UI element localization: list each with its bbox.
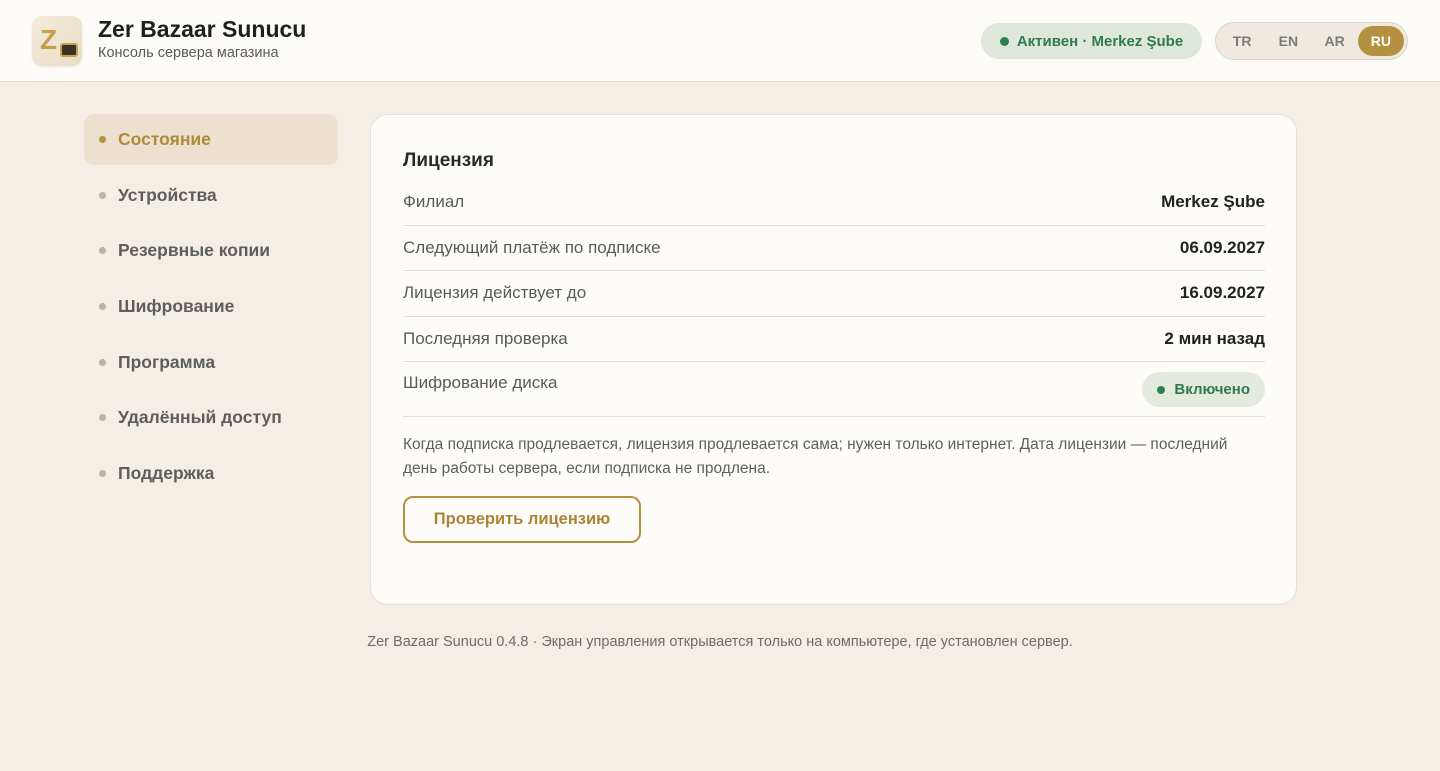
row-value: 2 мин назад [1164,329,1265,349]
sidebar-nav: Состояние Устройства Резервные копии Шиф… [84,114,338,504]
sidebar-item-backups[interactable]: Резервные копии [84,225,338,276]
lang-button-ru[interactable]: RU [1357,26,1404,56]
sidebar-item-remote-access[interactable]: Удалённый доступ [84,392,338,443]
app-header: Z Zer Bazaar Sunucu Консоль сервера мага… [0,0,1440,82]
sidebar-item-label: Состояние [118,129,211,149]
row-value: 06.09.2027 [1179,237,1265,257]
row-label: Филиал [403,192,465,212]
lang-button-ar[interactable]: AR [1312,26,1358,56]
server-status-badge: Активен · Merkez Şube [981,23,1202,59]
row-label: Шифрование диска [403,373,558,393]
sidebar-item-label: Программа [118,351,216,372]
sidebar-item-label: Удалённый доступ [118,407,282,428]
license-row-disk-encryption: Шифрование диска Включено [403,362,1265,418]
lang-button-tr[interactable]: TR [1219,26,1265,56]
sidebar-item-encryption[interactable]: Шифрование [84,281,338,332]
license-card: Лицензия Филиал Merkez Şube Следующий пл… [370,114,1297,605]
bullet-icon [99,414,106,422]
bullet-icon [99,470,106,478]
bullet-icon [99,191,106,199]
bullet-icon [99,136,106,143]
app-title: Zer Bazaar Sunucu [98,16,307,42]
lang-button-en[interactable]: EN [1265,26,1311,56]
sidebar-item-label: Устройства [118,184,217,205]
row-value: Merkez Şube [1161,192,1265,212]
app-subtitle: Консоль сервера магазина [98,45,279,61]
status-dot-icon [999,36,1009,46]
bullet-icon [99,358,106,366]
sidebar-item-label: Поддержка [118,463,215,484]
license-row-branch: Филиал Merkez Şube [403,180,1265,226]
sidebar-item-support[interactable]: Поддержка [84,448,338,499]
encryption-status-text: Включено [1174,381,1250,399]
license-details: Филиал Merkez Şube Следующий платёж по п… [403,180,1265,418]
row-label: Следующий платёж по подписке [403,237,661,257]
license-note: Когда подписка продлевается, лицензия пр… [403,436,1228,477]
row-value: 16.09.2027 [1179,283,1265,303]
zer-bazaar-logo-icon: Z [32,16,82,66]
sidebar-item-devices[interactable]: Устройства [84,170,338,221]
sidebar-item-label: Резервные копии [118,240,271,261]
license-row-next-payment: Следующий платёж по подписке 06.09.2027 [403,226,1265,272]
encryption-status-badge: Включено [1142,372,1265,408]
sidebar-item-status[interactable]: Состояние [84,114,338,165]
bullet-icon [99,247,106,255]
sidebar-item-program[interactable]: Программа [84,337,338,388]
license-card-title: Лицензия [403,150,494,171]
license-row-last-check: Последняя проверка 2 мин назад [403,317,1265,363]
verify-license-button[interactable]: Проверить лицензию [403,496,641,543]
license-row-valid-until: Лицензия действует до 16.09.2027 [403,271,1265,317]
row-label: Последняя проверка [403,329,568,349]
sidebar-item-label: Шифрование [118,296,235,317]
status-dot-icon [1157,385,1166,394]
bullet-icon [99,303,106,311]
server-status-text: Активен · Merkez Şube [1016,32,1184,50]
row-label: Лицензия действует до [403,283,587,303]
footer-text: Zer Bazaar Sunucu 0.4.8 · Экран управлен… [367,634,1073,650]
language-switcher: TR EN AR RU [1215,22,1408,60]
